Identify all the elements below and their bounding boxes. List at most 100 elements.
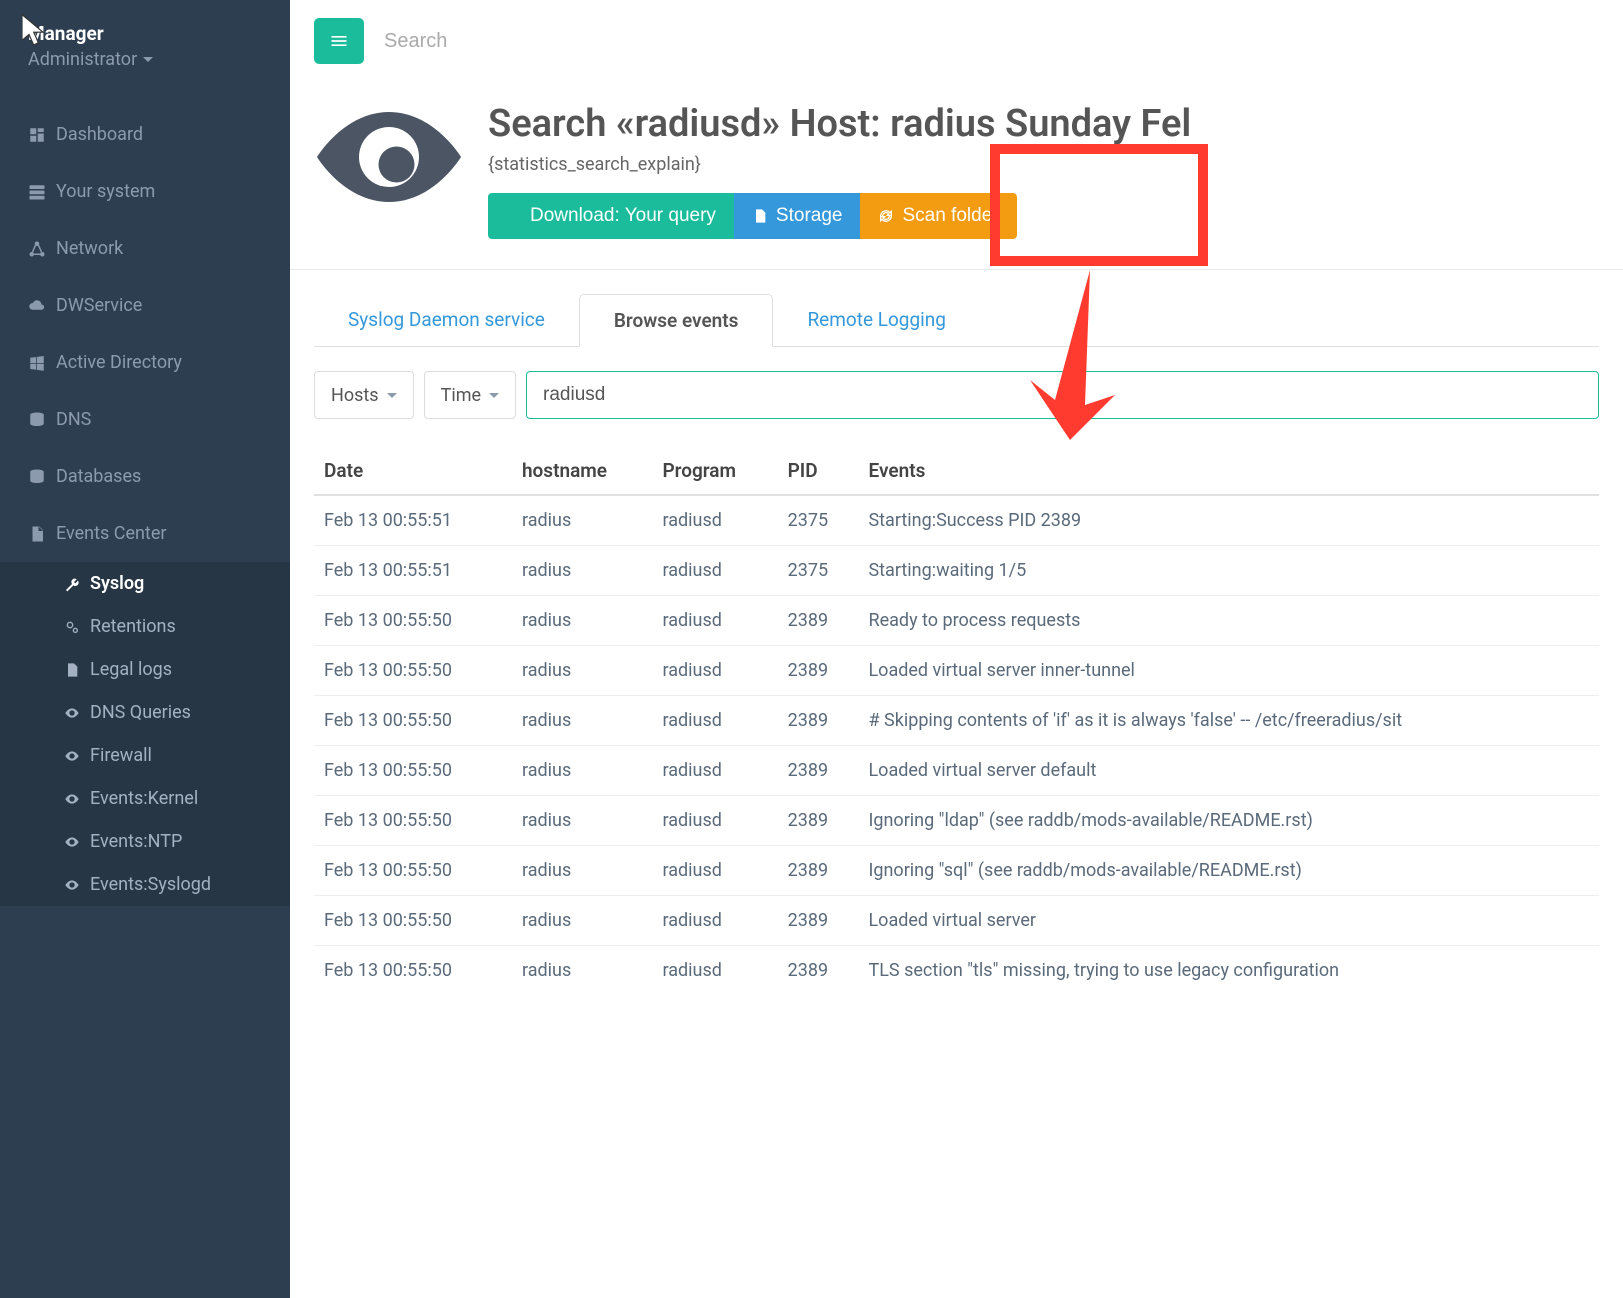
sidebar-subitem-events-syslogd[interactable]: Events:Syslogd	[0, 863, 290, 906]
filter-bar: Hosts Time	[314, 371, 1599, 419]
wrench-icon	[64, 576, 80, 592]
sidebar-item-dwservice[interactable]: DWService	[0, 277, 290, 334]
main-content: Search «radiusd» Host: radius Sunday Fel…	[290, 0, 1623, 1298]
sidebar-item-databases[interactable]: Databases	[0, 448, 290, 505]
table-header-row: Date hostname Program PID Events	[314, 447, 1599, 495]
sidebar-item-label: Events Center	[56, 523, 166, 544]
hosts-dropdown[interactable]: Hosts	[314, 371, 414, 419]
chevron-down-icon	[143, 57, 153, 62]
sidebar-item-label: Your system	[56, 181, 155, 202]
table-cell: radius	[512, 946, 653, 996]
sidebar-nav: Dashboard Your system Network DWService …	[0, 82, 290, 906]
chevron-down-icon	[489, 393, 499, 398]
time-dropdown[interactable]: Time	[424, 371, 516, 419]
filter-search-input[interactable]	[526, 371, 1599, 419]
refresh-icon	[878, 208, 894, 224]
tab-browse-events[interactable]: Browse events	[579, 294, 774, 347]
table-cell: Feb 13 00:55:51	[314, 495, 512, 546]
tab-syslog-daemon[interactable]: Syslog Daemon service	[314, 294, 579, 346]
table-row: Feb 13 00:55:50radiusradiusd2389Ignoring…	[314, 846, 1599, 896]
table-cell: radiusd	[652, 946, 777, 996]
table-cell: radius	[512, 596, 653, 646]
table-cell: TLS section "tls" missing, trying to use…	[858, 946, 1599, 996]
button-label: Scan folder	[902, 205, 998, 227]
sidebar-subitem-dns-queries[interactable]: DNS Queries	[0, 691, 290, 734]
sidebar-item-dashboard[interactable]: Dashboard	[0, 106, 290, 163]
table-cell: Feb 13 00:55:50	[314, 796, 512, 846]
table-cell: Feb 13 00:55:50	[314, 946, 512, 996]
table-row: Feb 13 00:55:51radiusradiusd2375Starting…	[314, 495, 1599, 546]
table-cell: Ready to process requests	[858, 596, 1599, 646]
table-row: Feb 13 00:55:50radiusradiusd2389TLS sect…	[314, 946, 1599, 996]
storage-button[interactable]: Storage	[734, 193, 861, 239]
sidebar-subitem-label: Retentions	[90, 616, 176, 637]
sidebar-subitem-legal-logs[interactable]: Legal logs	[0, 648, 290, 691]
table-cell: Feb 13 00:55:50	[314, 646, 512, 696]
col-program: Program	[652, 447, 777, 495]
table-cell: Ignoring "sql" (see raddb/mods-available…	[858, 846, 1599, 896]
file-icon	[64, 662, 80, 678]
sidebar-subitem-label: Events:Syslogd	[90, 874, 211, 895]
user-dropdown[interactable]: Administrator	[28, 49, 153, 70]
eye-logo-icon	[314, 102, 464, 212]
dashboard-icon	[28, 126, 46, 144]
sidebar-subitem-label: DNS Queries	[90, 702, 191, 723]
table-row: Feb 13 00:55:50radiusradiusd2389Ignoring…	[314, 796, 1599, 846]
sidebar-subitem-retentions[interactable]: Retentions	[0, 605, 290, 648]
table-cell: radius	[512, 546, 653, 596]
sidebar-item-your-system[interactable]: Your system	[0, 163, 290, 220]
table-row: Feb 13 00:55:50radiusradiusd2389# Skippi…	[314, 696, 1599, 746]
table-cell: 2389	[778, 846, 859, 896]
table-cell: 2389	[778, 646, 859, 696]
sidebar-item-label: Databases	[56, 466, 141, 487]
table-cell: radiusd	[652, 746, 777, 796]
table-cell: Feb 13 00:55:50	[314, 696, 512, 746]
menu-toggle-button[interactable]	[314, 18, 364, 64]
sidebar-item-label: Dashboard	[56, 124, 143, 145]
sidebar-subitem-label: Events:NTP	[90, 831, 182, 852]
table-cell: Starting:waiting 1/5	[858, 546, 1599, 596]
action-buttons: Download: Your query Storage Scan folder	[488, 193, 1599, 239]
tab-remote-logging[interactable]: Remote Logging	[773, 294, 979, 346]
sidebar-item-events-center[interactable]: Events Center	[0, 505, 290, 562]
table-cell: 2389	[778, 796, 859, 846]
eye-icon	[64, 791, 80, 807]
table-cell: Feb 13 00:55:50	[314, 596, 512, 646]
button-label: Download: Your query	[530, 205, 716, 227]
hamburger-icon	[329, 31, 349, 51]
events-table: Date hostname Program PID Events Feb 13 …	[314, 447, 1599, 995]
table-cell: 2389	[778, 696, 859, 746]
sidebar-subitem-syslog[interactable]: Syslog	[0, 562, 290, 605]
user-label: Administrator	[28, 49, 137, 70]
download-icon	[506, 208, 522, 224]
table-cell: Starting:Success PID 2389	[858, 495, 1599, 546]
cloud-icon	[28, 297, 46, 315]
eye-icon	[64, 705, 80, 721]
sidebar-item-network[interactable]: Network	[0, 220, 290, 277]
sidebar-item-label: Network	[56, 238, 123, 259]
sidebar-subitem-firewall[interactable]: Firewall	[0, 734, 290, 777]
table-cell: Feb 13 00:55:50	[314, 746, 512, 796]
table-cell: 2375	[778, 495, 859, 546]
database-icon	[28, 411, 46, 429]
table-cell: radiusd	[652, 646, 777, 696]
sidebar-subitem-label: Legal logs	[90, 659, 172, 680]
table-cell: radius	[512, 846, 653, 896]
dropdown-label: Hosts	[331, 385, 379, 406]
table-cell: radiusd	[652, 696, 777, 746]
sidebar-item-dns[interactable]: DNS	[0, 391, 290, 448]
scan-folder-button[interactable]: Scan folder	[860, 193, 1016, 239]
download-query-button[interactable]: Download: Your query	[488, 193, 734, 239]
sidebar-subitem-events-kernel[interactable]: Events:Kernel	[0, 777, 290, 820]
global-search-input[interactable]	[384, 30, 1599, 53]
table-cell: radiusd	[652, 495, 777, 546]
table-cell: Feb 13 00:55:50	[314, 896, 512, 946]
sidebar-subitem-label: Syslog	[90, 573, 144, 594]
sidebar-subitem-label: Events:Kernel	[90, 788, 198, 809]
table-cell: 2389	[778, 596, 859, 646]
table-row: Feb 13 00:55:50radiusradiusd2389Loaded v…	[314, 646, 1599, 696]
sidebar-item-active-directory[interactable]: Active Directory	[0, 334, 290, 391]
topbar	[290, 0, 1623, 82]
dropdown-label: Time	[441, 385, 481, 406]
sidebar-subitem-events-ntp[interactable]: Events:NTP	[0, 820, 290, 863]
